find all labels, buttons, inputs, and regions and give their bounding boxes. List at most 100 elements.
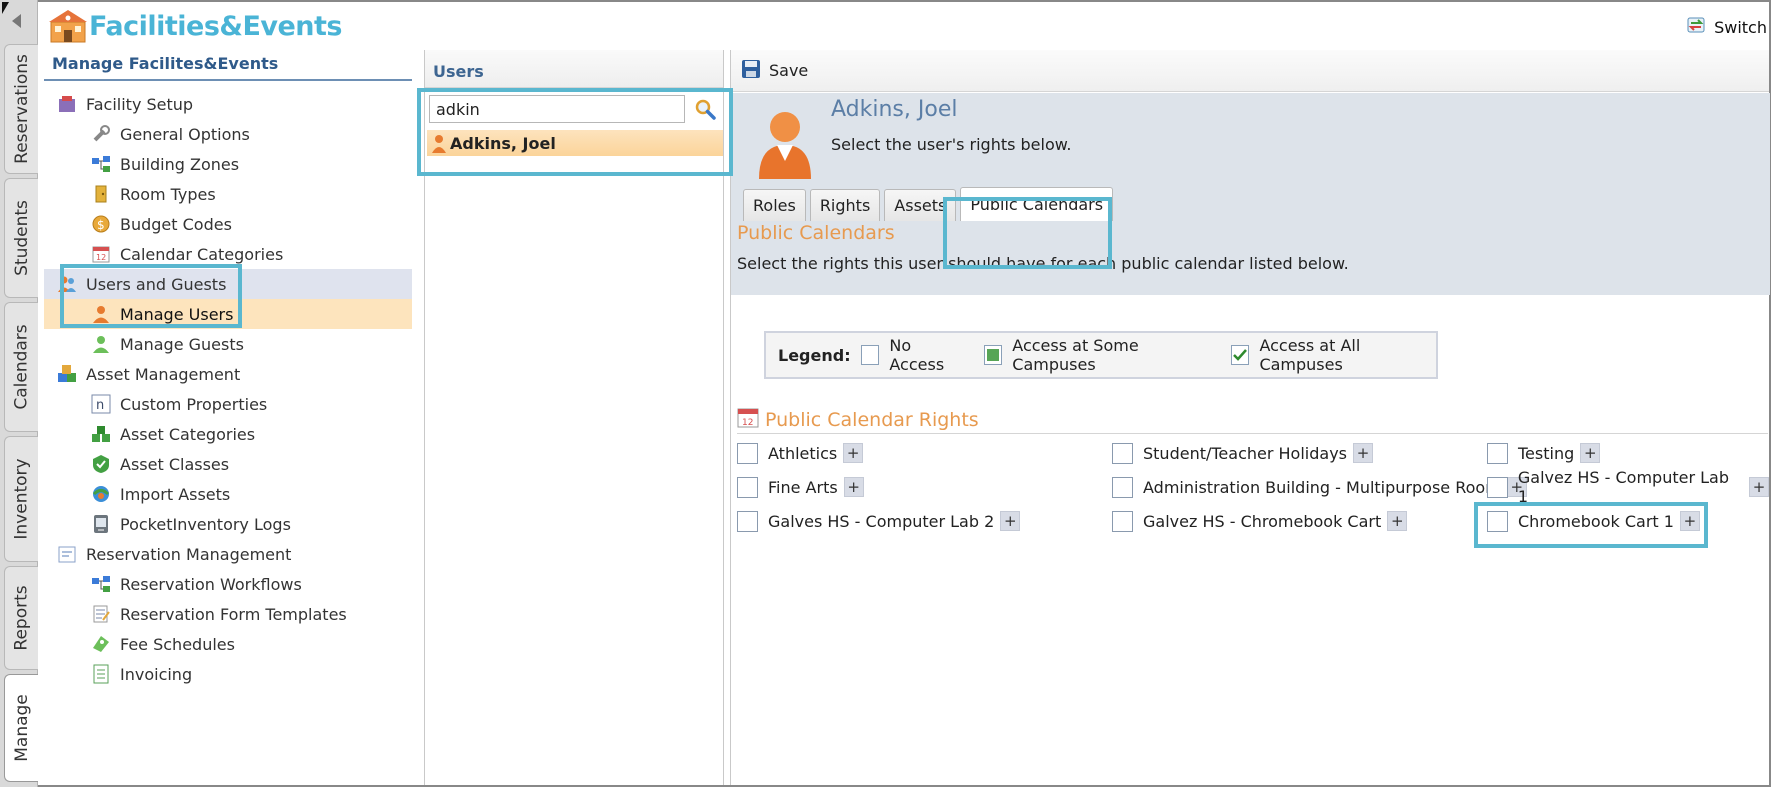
- calendar-checkbox[interactable]: [1112, 442, 1133, 464]
- expand-plus-icon[interactable]: +: [843, 477, 864, 497]
- expand-plus-icon[interactable]: +: [1679, 511, 1700, 531]
- calendar-icon: 12: [90, 244, 112, 264]
- custom-properties-icon: n: [90, 394, 112, 414]
- nav-item-reservation-workflows[interactable]: Reservation Workflows: [44, 569, 412, 599]
- calendar-checkbox[interactable]: [1487, 476, 1508, 498]
- svg-text:12: 12: [742, 418, 753, 428]
- side-tab-students[interactable]: Students: [4, 178, 38, 298]
- detail-toolbar: Save: [731, 50, 1769, 92]
- section-title: Public Calendars: [737, 222, 895, 244]
- side-tab-inventory[interactable]: Inventory: [4, 436, 38, 562]
- nav-item-label: Building Zones: [120, 154, 240, 174]
- nav-item-invoicing[interactable]: Invoicing: [44, 659, 412, 689]
- save-button[interactable]: Save: [769, 61, 808, 80]
- reservation-management-icon: [56, 544, 78, 564]
- expand-plus-icon[interactable]: +: [1353, 443, 1373, 463]
- side-tab-label: Inventory: [11, 458, 32, 540]
- tab-assets[interactable]: Assets: [884, 189, 957, 221]
- asset-classes-icon: [90, 454, 112, 474]
- mouse-cursor-icon: [2, 2, 9, 14]
- expand-plus-icon[interactable]: +: [1387, 511, 1408, 531]
- app-title: Facilities&Events: [89, 10, 343, 42]
- calendar-label: Athletics: [768, 443, 838, 463]
- legend-all-campuses-box: [1230, 345, 1250, 365]
- nav-item-pocketinventory-logs[interactable]: PocketInventory Logs: [44, 509, 412, 539]
- side-tab-manage[interactable]: Manage: [4, 674, 38, 782]
- legend-label: Legend:: [778, 345, 851, 365]
- nav-item-fee-schedules[interactable]: Fee Schedules: [44, 629, 412, 659]
- calendar-checkbox[interactable]: [1487, 510, 1508, 532]
- switch-button[interactable]: Switch: [1686, 14, 1767, 40]
- calendar-label: Galves HS - Computer Lab 2: [768, 511, 995, 531]
- tab-public-calendars[interactable]: Public Calendars: [960, 187, 1114, 221]
- rights-title: Public Calendar Rights: [765, 408, 979, 431]
- nav-item-general-options[interactable]: General Options: [44, 119, 412, 149]
- nav-item-import-assets[interactable]: Import Assets: [44, 479, 412, 509]
- calendar-item[interactable]: Chromebook Cart 1 +: [1487, 509, 1700, 533]
- calendar-checkbox[interactable]: [1112, 476, 1133, 498]
- user-icon: [431, 133, 447, 153]
- nav-item-building-zones[interactable]: Building Zones: [44, 149, 412, 179]
- calendar-item[interactable]: Galvez HS - Chromebook Cart +: [1112, 509, 1408, 533]
- expand-plus-icon[interactable]: +: [1749, 477, 1769, 497]
- nav-item-budget-codes[interactable]: $ Budget Codes: [44, 209, 412, 239]
- nav-item-asset-classes[interactable]: Asset Classes: [44, 449, 412, 479]
- calendar-item[interactable]: Student/Teacher Holidays +: [1112, 441, 1373, 465]
- legend-no-access-box: [860, 345, 880, 365]
- calendar-item[interactable]: Administration Building - Multipurpose R…: [1112, 475, 1527, 499]
- user-result-row[interactable]: Adkins, Joel: [427, 130, 723, 156]
- rights-divider: [737, 433, 1768, 434]
- nav-item-calendar-categories[interactable]: 12 Calendar Categories: [44, 239, 412, 269]
- tab-rights[interactable]: Rights: [809, 189, 881, 221]
- user-avatar-icon: [755, 109, 815, 183]
- save-icon[interactable]: [741, 59, 761, 83]
- side-tab-calendars[interactable]: Calendars: [4, 302, 38, 432]
- nav-item-label: Reservation Workflows: [120, 574, 302, 594]
- expand-plus-icon[interactable]: +: [843, 443, 864, 463]
- expand-plus-icon[interactable]: +: [1580, 443, 1601, 463]
- legend-no-access-text: No Access: [889, 336, 945, 374]
- nav-item-facility-setup[interactable]: Facility Setup: [44, 89, 412, 119]
- budget-icon: $: [90, 214, 112, 234]
- nav-item-asset-management[interactable]: Asset Management: [44, 359, 412, 389]
- calendar-item[interactable]: Galvez HS - Computer Lab 1 +: [1487, 468, 1769, 506]
- nav-item-room-types[interactable]: Room Types: [44, 179, 412, 209]
- calendar-checkbox[interactable]: [1112, 510, 1133, 532]
- collapse-arrow-icon[interactable]: [12, 14, 21, 28]
- side-tab-label: Reservations: [11, 54, 32, 164]
- zones-icon: [90, 154, 112, 174]
- side-tab-reports[interactable]: Reports: [4, 566, 38, 670]
- nav-item-reservation-form-templates[interactable]: Reservation Form Templates: [44, 599, 412, 629]
- side-tab-label: Manage: [11, 694, 32, 762]
- school-building-icon: [47, 8, 89, 44]
- search-icon[interactable]: [691, 95, 719, 123]
- nav-item-label: PocketInventory Logs: [120, 514, 291, 534]
- calendar-item[interactable]: Fine Arts +: [737, 475, 864, 499]
- tab-roles[interactable]: Roles: [743, 189, 806, 221]
- nav-item-asset-categories[interactable]: Asset Categories: [44, 419, 412, 449]
- users-icon: [56, 274, 78, 294]
- side-tab-reservations[interactable]: Reservations: [4, 44, 38, 174]
- nav-item-users-and-guests[interactable]: Users and Guests: [44, 269, 412, 299]
- nav-item-custom-properties[interactable]: n Custom Properties: [44, 389, 412, 419]
- calendar-label: Galvez HS - Computer Lab 1: [1517, 468, 1729, 506]
- calendar-checkbox[interactable]: [1487, 442, 1508, 464]
- calendar-checkbox[interactable]: [737, 476, 758, 498]
- import-icon: [90, 484, 112, 504]
- expand-plus-icon[interactable]: +: [1000, 511, 1021, 531]
- calendar-checkbox[interactable]: [737, 510, 758, 532]
- nav-item-label: Reservation Management: [86, 544, 292, 564]
- user-search-input[interactable]: [429, 95, 686, 123]
- nav-item-manage-guests[interactable]: Manage Guests: [44, 329, 412, 359]
- calendar-checkbox[interactable]: [737, 442, 758, 464]
- nav-item-label: Users and Guests: [86, 274, 227, 294]
- nav-item-reservation-management[interactable]: Reservation Management: [44, 539, 412, 569]
- calendar-item[interactable]: Athletics +: [737, 441, 864, 465]
- nav-item-label: Custom Properties: [120, 394, 268, 414]
- nav-item-manage-users[interactable]: Manage Users: [44, 299, 412, 329]
- guest-icon: [90, 334, 112, 354]
- legend-all-campuses-text: Access at All Campuses: [1259, 336, 1361, 374]
- asset-management-icon: [56, 364, 78, 384]
- calendar-item[interactable]: Galves HS - Computer Lab 2 +: [737, 509, 1021, 533]
- calendar-item[interactable]: Testing +: [1487, 441, 1601, 465]
